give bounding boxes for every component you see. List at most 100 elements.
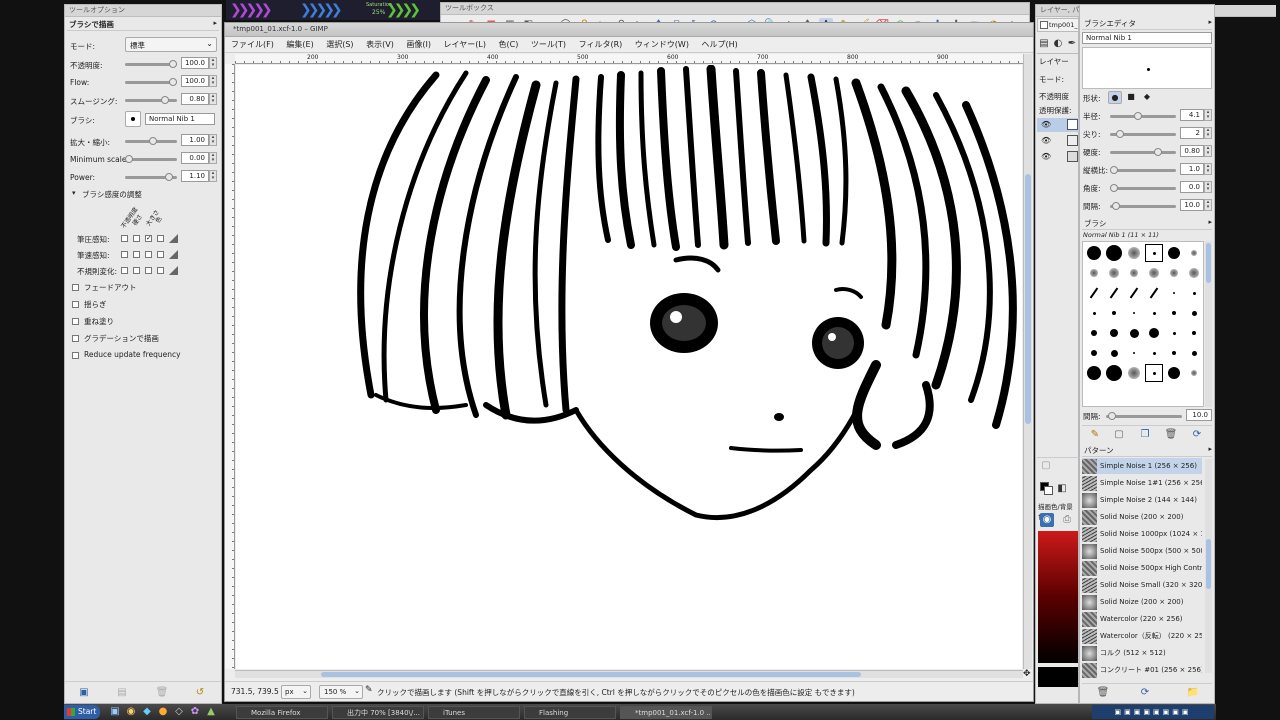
brush-param-field[interactable]: 0.0 [1180,181,1204,193]
new-layer-icon[interactable]: ▢ [1039,459,1053,473]
menu-image[interactable]: 画像(I) [406,40,431,49]
brush-thumbnail[interactable] [1185,284,1203,302]
mode-dropdown[interactable]: 標準 ⌄ [125,37,217,52]
brush-param-spin[interactable]: ▴ ▾ [1204,127,1212,139]
brush-param-spin[interactable]: ▴ ▾ [1204,145,1212,157]
curve-icon[interactable] [169,266,178,275]
pattern-item[interactable]: Solid Noise 1000px (1024 × 10 [1082,526,1202,542]
brush-thumbnail[interactable] [1165,284,1183,302]
layer-row[interactable]: 👁 [1037,150,1079,164]
vertical-scrollbar[interactable] [1023,54,1032,669]
brush-thumbnail[interactable] [1125,324,1143,342]
brush-thumbnail[interactable] [1145,344,1163,362]
quicklaunch-icon[interactable]: ▲ [204,705,218,719]
vertical-scroll-thumb[interactable] [1025,174,1031,424]
quicklaunch-icon[interactable]: ◆ [140,705,154,719]
opacity-field[interactable]: 100.0 [181,57,209,69]
horizontal-ruler[interactable]: 200 300 400 500 600 700 800 900 [235,54,1023,64]
brush-thumbnail[interactable] [1105,264,1123,282]
reset-options-icon[interactable]: ↺ [193,686,207,700]
restore-options-icon[interactable]: ▤ [115,686,129,700]
power-spin[interactable]: ▴ ▾ [209,170,217,182]
brush-thumbnail[interactable] [1145,304,1163,322]
brush-thumbnail[interactable] [1165,264,1183,282]
brush-param-spin[interactable]: ▴ ▾ [1204,109,1212,121]
minscale-spin[interactable]: ▴ ▾ [209,152,217,164]
brush-thumbnail[interactable] [1185,244,1203,262]
brush-thumbnail[interactable] [1085,304,1103,322]
menu-file[interactable]: ファイル(F) [231,40,274,49]
pattern-item[interactable]: Watercolor (220 × 256) [1082,611,1202,627]
brush-editor-name-field[interactable]: Normal Nib 1 [1082,32,1212,44]
channels-tab-icon[interactable]: ◐ [1051,37,1065,51]
menu-layer[interactable]: レイヤー(L) [444,40,486,49]
delete-options-icon[interactable]: 🗑 [155,686,169,700]
refresh-brushes-icon[interactable]: ⟳ [1190,428,1204,442]
opacity-spin[interactable]: ▴ ▾ [209,57,217,69]
pattern-item[interactable]: Watercolor（反転） (220 × 256 [1082,628,1202,644]
duplicate-brush-icon[interactable]: ❐ [1138,428,1152,442]
brush-param-slider[interactable] [1110,202,1176,210]
brush-param-spin[interactable]: ▴ ▾ [1204,181,1212,193]
brush-thumbnail[interactable] [1125,304,1143,322]
quicklaunch-icon[interactable]: ▣ [108,705,122,719]
brush-thumbnail[interactable] [1185,264,1203,282]
smoothing-slider[interactable] [125,96,177,104]
brush-param-slider[interactable] [1110,112,1176,120]
brush-thumbnail[interactable] [1125,264,1143,282]
scroll-thumb[interactable] [1206,539,1211,589]
new-brush-icon[interactable]: ▢ [1112,428,1126,442]
horizontal-scrollbar[interactable] [235,670,1023,678]
layer-row[interactable]: 👁 [1037,134,1079,148]
menu-select[interactable]: 選択(S) [326,40,353,49]
brush-thumbnail[interactable] [1105,244,1123,262]
velocity-opacity-checkbox[interactable] [121,251,128,258]
image-canvas[interactable] [236,65,1022,669]
scale-slider[interactable] [125,137,177,145]
flow-slider[interactable] [125,78,177,86]
expander-arrow-icon[interactable]: ▾ [72,189,76,197]
random-hardness-checkbox[interactable] [133,267,140,274]
jitter-checkbox[interactable] [72,301,79,308]
brush-thumbnail[interactable] [1085,264,1103,282]
pattern-item[interactable]: Solid Noise 500px High Contra [1082,560,1202,576]
layer-row[interactable]: 👁 [1037,118,1079,132]
pattern-item[interactable]: コンクリート #01 (256 × 256) [1082,662,1202,678]
menu-tools[interactable]: ツール(T) [531,40,566,49]
brush-param-spin[interactable]: ▴ ▾ [1204,199,1212,211]
brush-param-field[interactable]: 1.0 [1180,163,1204,175]
brush-thumbnail[interactable] [1145,364,1163,382]
brush-thumbnail[interactable] [1105,364,1123,382]
pattern-item[interactable]: Solid Noize (200 × 200) [1082,594,1202,610]
eye-icon[interactable]: 👁 [1041,152,1051,161]
random-color-checkbox[interactable] [157,267,164,274]
random-opacity-checkbox[interactable] [121,267,128,274]
navigate-icon[interactable]: ✥ [1023,669,1031,679]
panel-menu-icon[interactable]: ▸ [213,19,217,27]
brush-thumbnail[interactable] [1085,284,1103,302]
pattern-item[interactable]: Solid Noise 500px (500 × 500) [1082,543,1202,559]
shape-square-button[interactable]: ■ [1124,91,1138,104]
brush-thumbnail[interactable] [1105,284,1123,302]
brush-thumbnail[interactable] [1085,324,1103,342]
quicklaunch-icon[interactable]: ◇ [172,705,186,719]
quicklaunch-icon[interactable]: ✿ [188,705,202,719]
opacity-slider[interactable] [125,60,177,68]
curve-icon[interactable] [169,234,178,243]
fg-color-bar[interactable] [1038,667,1078,687]
brush-param-spin[interactable]: ▴ ▾ [1204,163,1212,175]
vertical-ruler[interactable] [225,64,235,669]
brush-thumbnail[interactable] [1185,304,1203,322]
gradient-paint-checkbox[interactable] [72,335,79,342]
velocity-hardness-checkbox[interactable] [133,251,140,258]
folder-icon[interactable]: 📁 [1186,686,1200,700]
fade-out-checkbox[interactable] [72,284,79,291]
brush-thumbnail[interactable] [1125,364,1143,382]
scale-spin[interactable]: ▴ ▾ [209,134,217,146]
brush-thumbnail[interactable] [1165,364,1183,382]
brush-thumbnail[interactable] [1125,284,1143,302]
brush-param-field[interactable]: 2 [1180,127,1204,139]
delete-pattern-icon[interactable]: 🗑 [1096,686,1110,700]
brush-thumbnail[interactable] [1125,244,1143,262]
taskbar-item-firefox[interactable]: Mozilla Firefox [236,706,328,719]
